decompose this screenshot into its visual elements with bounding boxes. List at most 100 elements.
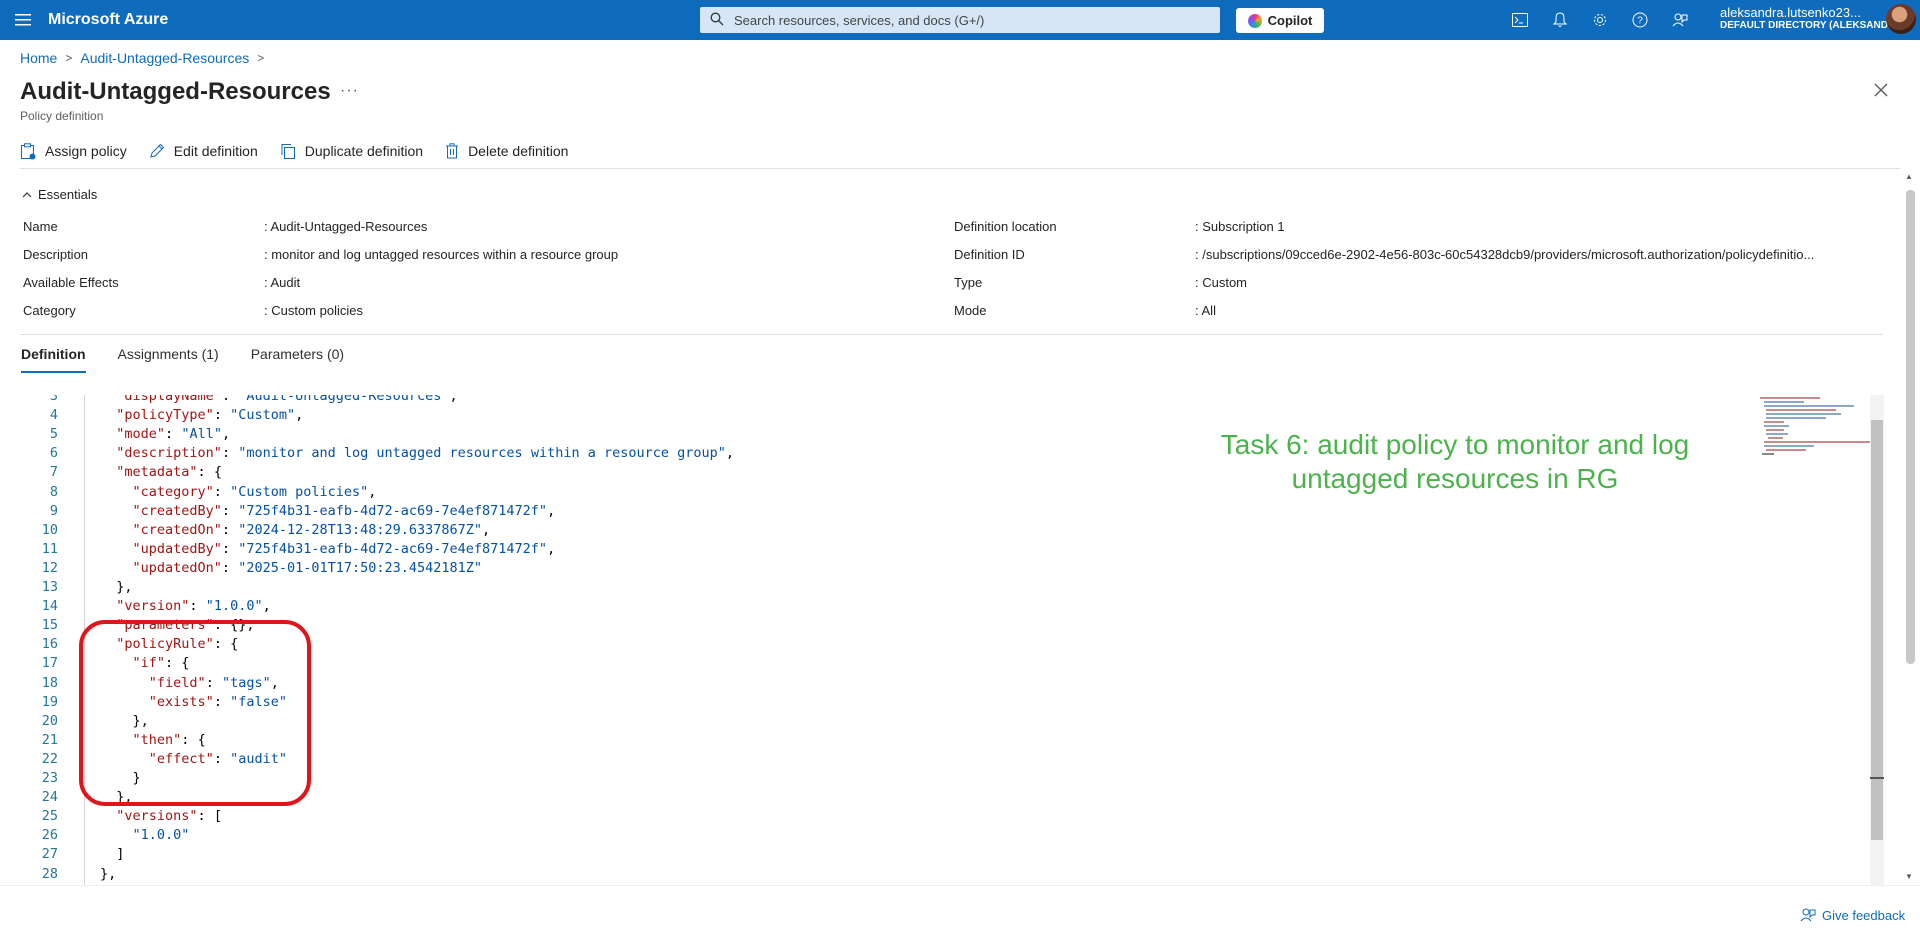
- breadcrumb: Home > Audit-Untagged-Resources >: [20, 50, 272, 66]
- brand-title[interactable]: Microsoft Azure: [48, 11, 684, 29]
- code-line: 26 "1.0.0": [20, 826, 1860, 845]
- bell-icon[interactable]: [1540, 0, 1580, 40]
- field-label-category: Category: [23, 303, 76, 318]
- line-number: 19: [41, 693, 58, 710]
- line-number: 9: [49, 502, 58, 519]
- assign-policy-button[interactable]: Assign policy: [20, 140, 127, 162]
- copilot-button[interactable]: Copilot: [1236, 8, 1324, 33]
- annotation-line-2: untagged resources in RG: [1291, 463, 1619, 494]
- tab-assignments[interactable]: Assignments (1): [118, 346, 219, 373]
- menu-icon[interactable]: [0, 0, 46, 40]
- assign-policy-label: Assign policy: [45, 143, 127, 159]
- task-annotation: Task 6: audit policy to monitor and log …: [1175, 428, 1735, 496]
- minimap[interactable]: [1758, 395, 1874, 475]
- delete-definition-button[interactable]: Delete definition: [445, 140, 568, 162]
- code-line: 9 "createdBy": "725f4b31-eafb-4d72-ac69-…: [20, 502, 1860, 521]
- code-line: 12 "updatedOn": "2025-01-01T17:50:23.454…: [20, 559, 1860, 578]
- search-placeholder: Search resources, services, and docs (G+…: [734, 12, 985, 28]
- essentials-toggle[interactable]: Essentials: [22, 187, 97, 202]
- code-text: "description": "monitor and log untagged…: [116, 445, 735, 462]
- field-value-category: : Custom policies: [264, 303, 363, 318]
- duplicate-definition-label: Duplicate definition: [304, 143, 424, 159]
- cloud-shell-icon[interactable]: [1500, 0, 1540, 40]
- search-icon: [710, 12, 726, 28]
- chevron-right-icon: >: [257, 51, 265, 65]
- help-icon[interactable]: ?: [1620, 0, 1660, 40]
- duplicate-definition-button[interactable]: Duplicate definition: [280, 140, 423, 162]
- line-number: 8: [49, 483, 58, 500]
- line-number: 7: [49, 464, 58, 481]
- tab-definition[interactable]: Definition: [21, 346, 86, 373]
- field-label-type: Type: [954, 275, 983, 290]
- highlight-box: [79, 620, 311, 806]
- tab-bar: Definition Assignments (1) Parameters (0…: [21, 346, 376, 373]
- code-text: "category": "Custom policies",: [132, 483, 377, 500]
- give-feedback-link[interactable]: Give feedback: [1800, 907, 1905, 923]
- field-value-mode: : All: [1195, 303, 1216, 318]
- code-text: ]: [100, 846, 125, 863]
- field-label-name: Name: [23, 219, 58, 234]
- scroll-up-icon[interactable]: ▲: [1905, 172, 1913, 181]
- code-line: 10 "createdOn": "2024-12-28T13:48:29.633…: [20, 521, 1860, 540]
- scroll-down-icon[interactable]: ▼: [1905, 872, 1913, 881]
- delete-definition-label: Delete definition: [468, 143, 569, 159]
- line-number: 24: [41, 789, 58, 806]
- svg-text:?: ?: [1637, 16, 1643, 27]
- field-label-description: Description: [23, 247, 89, 262]
- line-number: 28: [41, 865, 58, 882]
- code-text: "policyType": "Custom",: [116, 407, 304, 424]
- code-line: 4 "policyType": "Custom",: [20, 406, 1860, 425]
- field-label-definition-id: Definition ID: [954, 247, 1025, 262]
- avatar[interactable]: [1886, 4, 1916, 34]
- more-options-icon[interactable]: ···: [340, 82, 359, 100]
- field-value-name: : Audit-Untagged-Resources: [264, 219, 428, 234]
- code-text: "metadata": {: [116, 464, 222, 481]
- code-text: "displayName": "Audit-Untagged-Resources…: [116, 395, 458, 404]
- divider: [20, 334, 1883, 335]
- line-number: 16: [41, 636, 58, 653]
- code-text: },: [100, 865, 117, 882]
- code-text: "createdBy": "725f4b31-eafb-4d72-ac69-7e…: [132, 502, 556, 519]
- code-text: "mode": "All",: [116, 426, 231, 443]
- footer: [0, 885, 1920, 945]
- line-number: 15: [41, 617, 58, 634]
- page-scrollbar-thumb[interactable]: [1906, 190, 1915, 664]
- scroll-position-marker: [1870, 777, 1884, 779]
- line-number: 22: [41, 750, 58, 767]
- code-text: "versions": [: [116, 808, 222, 825]
- line-number: 14: [41, 598, 58, 615]
- line-number: 25: [41, 808, 58, 825]
- line-number: 20: [41, 712, 58, 729]
- breadcrumb-home[interactable]: Home: [20, 50, 57, 66]
- gear-icon[interactable]: [1580, 0, 1620, 40]
- user-directory: DEFAULT DIRECTORY (ALEKSAND...: [1720, 20, 1897, 31]
- line-number: 18: [41, 674, 58, 691]
- top-icons: ?: [1500, 0, 1700, 40]
- search-input[interactable]: Search resources, services, and docs (G+…: [700, 7, 1220, 33]
- line-number: 26: [41, 827, 58, 844]
- field-value-effects: : Audit: [264, 275, 301, 290]
- line-number: 23: [41, 770, 58, 786]
- line-number: 11: [41, 540, 58, 557]
- feedback-icon: [1800, 908, 1816, 922]
- code-line: 13 },: [20, 578, 1860, 597]
- trash-icon: [446, 143, 459, 159]
- field-value-location: : Subscription 1: [1195, 219, 1285, 234]
- line-number: 12: [41, 559, 58, 576]
- breadcrumb-policy[interactable]: Audit-Untagged-Resources: [80, 50, 249, 66]
- code-text: "updatedOn": "2025-01-01T17:50:23.454218…: [132, 559, 483, 576]
- edit-definition-label: Edit definition: [173, 143, 258, 159]
- code-line: 11 "updatedBy": "725f4b31-eafb-4d72-ac69…: [20, 540, 1860, 559]
- field-value-type: : Custom: [1195, 275, 1248, 290]
- copilot-icon: [1247, 13, 1262, 28]
- code-line: 25 "versions": [: [20, 807, 1860, 826]
- user-account[interactable]: aleksandra.lutsenko23... DEFAULT DIRECTO…: [1720, 6, 1896, 32]
- annotation-line-1: Task 6: audit policy to monitor and log: [1220, 429, 1690, 460]
- code-line: 14 "version": "1.0.0",: [20, 597, 1860, 616]
- edit-definition-button[interactable]: Edit definition: [149, 140, 258, 162]
- chevron-right-icon: >: [65, 51, 73, 65]
- feedback-icon[interactable]: [1660, 0, 1700, 40]
- close-icon[interactable]: [1874, 80, 1888, 103]
- field-value-description: : monitor and log untagged resources wit…: [264, 247, 619, 262]
- tab-parameters[interactable]: Parameters (0): [251, 346, 344, 373]
